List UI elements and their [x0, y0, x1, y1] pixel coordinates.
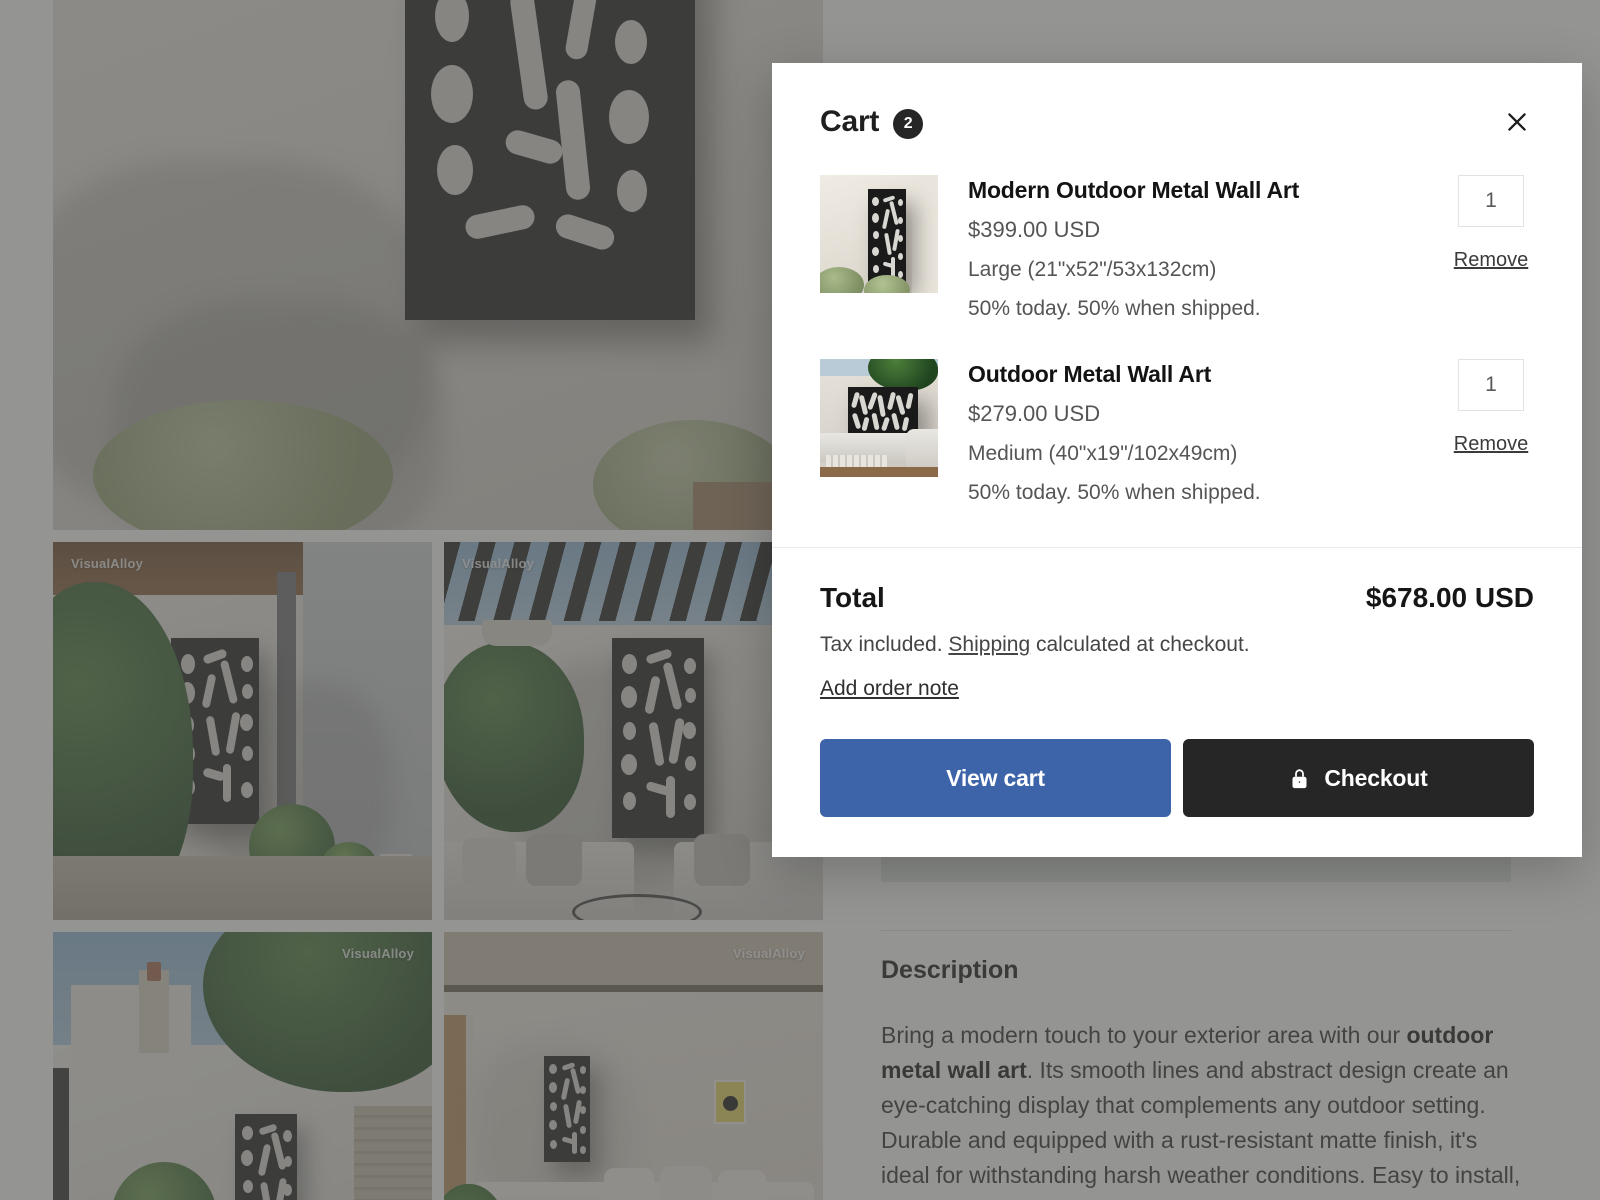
cart-item-payment-note: 50% today. 50% when shipped.	[968, 481, 1261, 504]
cart-drawer-footer: Total $678.00 USD Tax included. Shipping…	[772, 548, 1582, 817]
cart-drawer: Cart 2 Modern Outdoor Metal Wall Art $39…	[772, 63, 1582, 857]
tax-note-suffix: calculated at checkout.	[1030, 633, 1250, 656]
tax-note-prefix: Tax included.	[820, 633, 949, 656]
checkout-label: Checkout	[1324, 764, 1428, 791]
cart-item-thumbnail[interactable]	[820, 175, 938, 293]
cart-item-variant: Large (21"x52"/53x132cm)	[968, 258, 1217, 281]
lock-icon	[1289, 767, 1310, 790]
cart-items-list: Modern Outdoor Metal Wall Art $399.00 US…	[772, 139, 1582, 505]
remove-item-link[interactable]: Remove	[1454, 249, 1528, 272]
cart-line-item: Modern Outdoor Metal Wall Art $399.00 US…	[820, 157, 1534, 321]
tax-shipping-note: Tax included. Shipping calculated at che…	[820, 633, 1534, 657]
cart-actions: View cart Checkout	[820, 739, 1534, 817]
cart-count-badge: 2	[893, 108, 924, 139]
remove-item-link[interactable]: Remove	[1454, 433, 1528, 456]
total-label: Total	[820, 582, 885, 613]
cart-item-price: $279.00 USD	[968, 401, 1101, 426]
cart-item-variant: Medium (40"x19"/102x49cm)	[968, 442, 1238, 465]
cart-title-group: Cart 2	[820, 105, 924, 139]
view-cart-button[interactable]: View cart	[820, 739, 1171, 817]
cart-item-quantity-column: Remove	[1448, 359, 1534, 456]
shipping-link[interactable]: Shipping	[948, 633, 1030, 656]
add-order-note-link[interactable]: Add order note	[820, 677, 959, 701]
cart-item-payment-note: 50% today. 50% when shipped.	[968, 297, 1261, 320]
cart-item-title[interactable]: Modern Outdoor Metal Wall Art	[968, 177, 1448, 204]
quantity-input[interactable]	[1458, 359, 1524, 411]
cart-line-item: Outdoor Metal Wall Art $279.00 USD Mediu…	[820, 321, 1534, 505]
checkout-button[interactable]: Checkout	[1183, 739, 1534, 817]
cart-item-price: $399.00 USD	[968, 217, 1101, 242]
close-icon[interactable]	[1500, 105, 1534, 139]
cart-item-quantity-column: Remove	[1448, 175, 1534, 272]
cart-item-thumbnail[interactable]	[820, 359, 938, 477]
view-cart-label: View cart	[946, 764, 1045, 791]
cart-item-title[interactable]: Outdoor Metal Wall Art	[968, 361, 1448, 388]
product-page-with-cart-drawer: VisualAlloy	[0, 0, 1600, 1200]
total-value: $678.00 USD	[1365, 582, 1534, 613]
cart-total-row: Total $678.00 USD	[820, 582, 1534, 614]
cart-heading: Cart	[820, 105, 880, 138]
cart-item-details: Outdoor Metal Wall Art $279.00 USD Mediu…	[938, 359, 1448, 505]
cart-item-details: Modern Outdoor Metal Wall Art $399.00 US…	[938, 175, 1448, 321]
cart-drawer-header: Cart 2	[772, 63, 1582, 139]
quantity-input[interactable]	[1458, 175, 1524, 227]
